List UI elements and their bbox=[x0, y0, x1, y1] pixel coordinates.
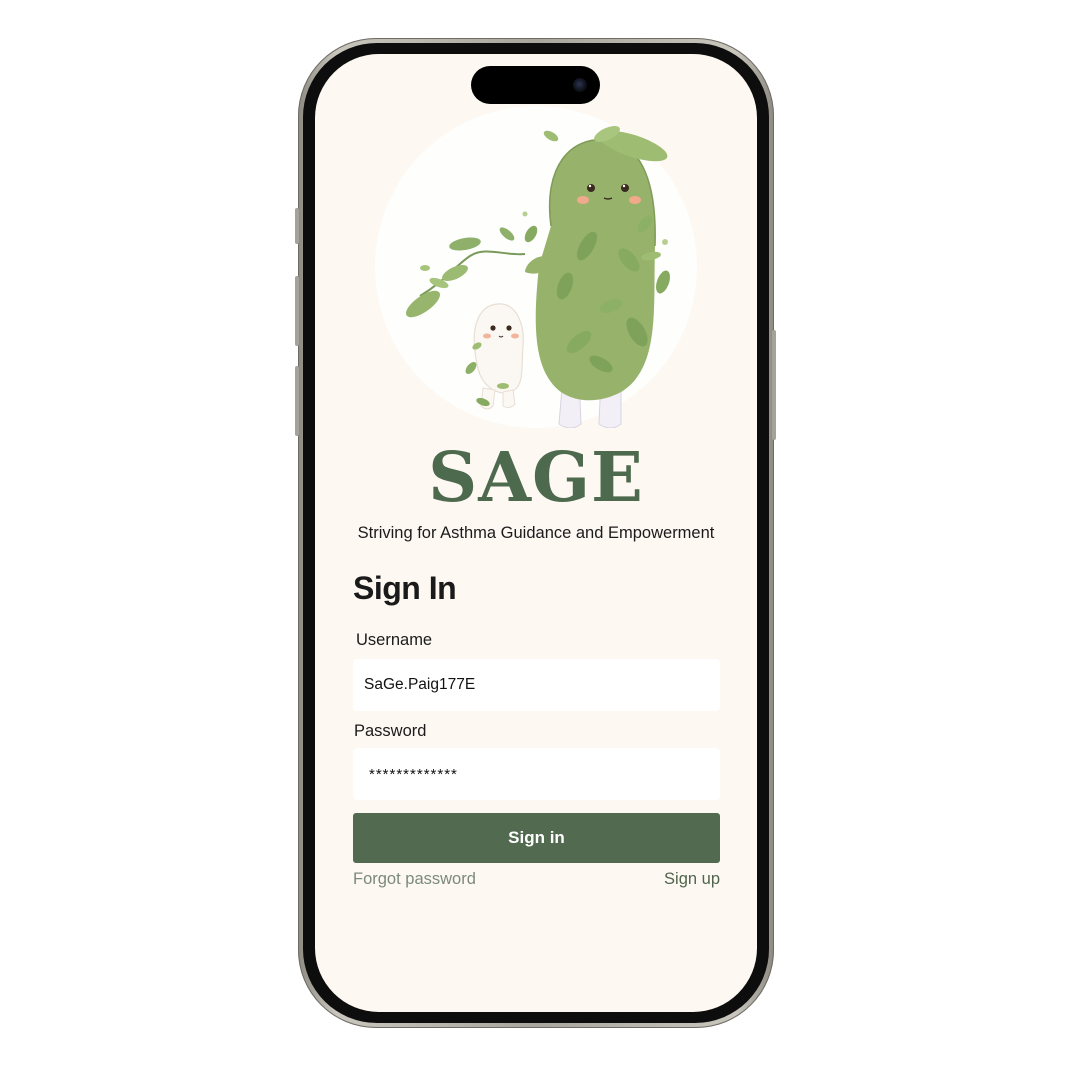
volume-up-button bbox=[295, 276, 299, 346]
hero-illustration bbox=[375, 106, 697, 428]
power-button bbox=[772, 330, 776, 440]
signin-button[interactable]: Sign in bbox=[353, 813, 720, 863]
username-input[interactable] bbox=[353, 659, 720, 711]
device-stage: SAGE Striving for Asthma Guidance and Em… bbox=[0, 0, 1080, 1080]
plant-mascot-illustration bbox=[405, 125, 670, 428]
password-field-container[interactable] bbox=[353, 748, 720, 800]
signin-heading: Sign In bbox=[353, 570, 457, 606]
volume-down-button bbox=[295, 366, 299, 436]
app-title: SAGE bbox=[428, 438, 644, 518]
password-input[interactable] bbox=[353, 748, 720, 800]
front-camera-icon bbox=[573, 78, 587, 92]
password-label: Password bbox=[354, 722, 427, 740]
signup-link[interactable]: Sign up bbox=[664, 870, 720, 889]
username-label: Username bbox=[356, 631, 433, 649]
forgot-password-link[interactable]: Forgot password bbox=[353, 870, 476, 889]
username-field-container[interactable] bbox=[353, 659, 720, 711]
action-button bbox=[295, 208, 299, 244]
app-tagline: Striving for Asthma Guidance and Empower… bbox=[357, 524, 715, 542]
dynamic-island bbox=[471, 66, 600, 104]
app-screen: SAGE Striving for Asthma Guidance and Em… bbox=[315, 54, 757, 1012]
